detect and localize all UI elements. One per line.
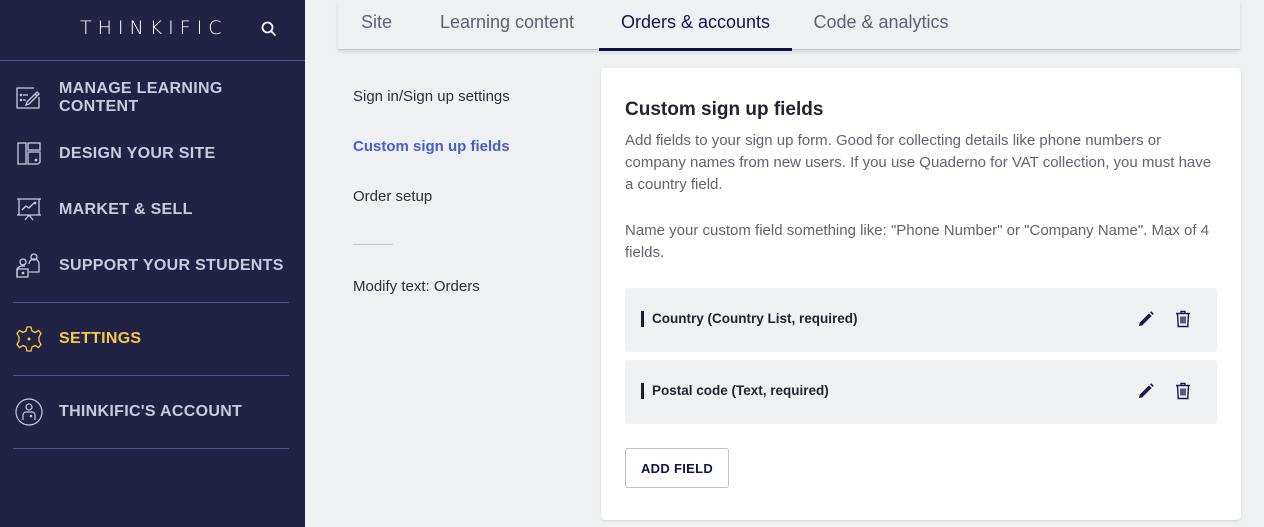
subnav-order-setup[interactable]: Order setup	[353, 188, 432, 205]
tab-site[interactable]: Site	[338, 0, 415, 50]
card-description-limit: Name your custom field something like: "…	[625, 222, 1210, 261]
sidebar-item-market-and-sell[interactable]: MARKET & SELL	[0, 190, 305, 230]
users-icon	[14, 251, 44, 281]
subnav-sign-in-sign-up-settings[interactable]: Sign in/Sign up settings	[353, 88, 510, 105]
sidebar-item-label: MARKET & SELL	[59, 201, 193, 218]
edit-board-icon	[14, 83, 44, 113]
tab-learning-content[interactable]: Learning content	[428, 0, 586, 50]
presentation-chart-icon	[14, 195, 44, 225]
sidebar-item-support-your-students[interactable]: SUPPORT YOUR STUDENTS	[0, 246, 305, 286]
drag-handle[interactable]	[641, 311, 644, 327]
sidebar-item-thinkifics-account[interactable]: THINKIFIC'S ACCOUNT	[0, 392, 305, 432]
sidebar-item-label: DESIGN YOUR SITE	[59, 145, 216, 162]
subnav-divider	[353, 244, 393, 245]
sidebar-item-label: THINKIFIC'S ACCOUNT	[59, 403, 243, 420]
sidebar-divider	[13, 448, 289, 449]
brand-logo[interactable]: THINKIFIC	[80, 17, 228, 39]
sidebar-divider	[13, 375, 289, 376]
gear-icon	[14, 324, 44, 354]
edit-icon[interactable]	[1137, 310, 1155, 328]
account-icon	[14, 397, 44, 427]
custom-field-name: Postal code (Text, required)	[652, 383, 829, 398]
search-icon[interactable]	[260, 20, 278, 38]
sidebar-item-label: SUPPORT YOUR STUDENTS	[59, 257, 284, 274]
add-field-button[interactable]: ADD FIELD	[625, 448, 729, 488]
sidebar-item-design-your-site[interactable]: DESIGN YOUR SITE	[0, 134, 305, 174]
sidebar-item-label: SETTINGS	[59, 330, 142, 347]
card-description: Add fields to your sign up form. Good fo…	[625, 132, 1212, 193]
sidebar: THINKIFIC MANAGE LEARNING CONTENT DESIGN…	[0, 0, 305, 527]
layout-icon	[14, 139, 44, 169]
edit-icon[interactable]	[1137, 382, 1155, 400]
subnav-custom-sign-up-fields[interactable]: Custom sign up fields	[353, 138, 510, 155]
sidebar-header: THINKIFIC	[0, 0, 305, 61]
sidebar-divider	[13, 302, 289, 303]
custom-field-row: Postal code (Text, required)	[625, 360, 1217, 424]
settings-tabs: Site Learning content Orders & accounts …	[338, 0, 1240, 51]
subnav-modify-text-orders[interactable]: Modify text: Orders	[353, 278, 480, 295]
custom-field-row: Country (Country List, required)	[625, 288, 1217, 352]
sidebar-item-settings[interactable]: SETTINGS	[0, 319, 305, 359]
card-title: Custom sign up fields	[625, 99, 824, 120]
sidebar-item-manage-learning-content[interactable]: MANAGE LEARNING CONTENT	[0, 78, 305, 118]
drag-handle[interactable]	[641, 383, 644, 399]
trash-icon[interactable]	[1175, 310, 1191, 328]
tab-code-and-analytics[interactable]: Code & analytics	[804, 0, 958, 50]
tab-orders-and-accounts[interactable]: Orders & accounts	[599, 0, 792, 51]
custom-sign-up-fields-card: Custom sign up fields Add fields to your…	[601, 68, 1241, 520]
trash-icon[interactable]	[1175, 382, 1191, 400]
sidebar-item-label: MANAGE LEARNING CONTENT	[59, 80, 223, 115]
custom-field-name: Country (Country List, required)	[652, 311, 858, 326]
